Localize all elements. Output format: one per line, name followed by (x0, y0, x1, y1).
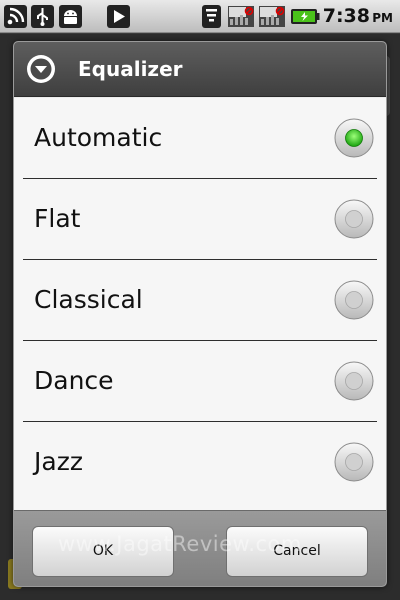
option-label: Automatic (34, 123, 163, 152)
option-classical[interactable]: Classical (14, 260, 386, 341)
signal-icon (4, 5, 27, 28)
equalizer-option-list: Automatic Flat Classical Dance Jazz (14, 98, 386, 510)
sim-card-2-icon (259, 6, 285, 27)
option-label: Classical (34, 285, 143, 314)
dropdown-circle-icon (27, 55, 55, 83)
option-jazz[interactable]: Jazz (14, 422, 386, 503)
ok-button[interactable]: OK (32, 526, 174, 577)
option-label: Dance (34, 366, 114, 395)
usb-icon (31, 5, 54, 28)
dialog-title: Equalizer (78, 57, 183, 81)
option-automatic[interactable]: Automatic (14, 98, 386, 179)
radio-unselected-icon[interactable] (334, 361, 374, 401)
equalizer-dialog: Equalizer Automatic Flat Classical Dance… (13, 41, 387, 587)
clock-time: 7:38 (322, 5, 370, 27)
cancel-button[interactable]: Cancel (226, 526, 368, 577)
radio-unselected-icon[interactable] (334, 442, 374, 482)
option-flat[interactable]: Flat (14, 179, 386, 260)
sim-card-1-icon (228, 6, 254, 27)
radio-selected-icon[interactable] (334, 118, 374, 158)
clock-ampm: PM (372, 11, 393, 25)
option-label: Flat (34, 204, 81, 233)
wifi-icon (202, 5, 221, 28)
option-dance[interactable]: Dance (14, 341, 386, 422)
android-debug-icon (59, 5, 82, 28)
media-play-icon (107, 5, 130, 28)
radio-unselected-icon[interactable] (334, 199, 374, 239)
battery-charging-icon (291, 9, 320, 24)
radio-unselected-icon[interactable] (334, 280, 374, 320)
dialog-button-bar: OK Cancel (14, 510, 386, 586)
option-label: Jazz (34, 447, 83, 476)
status-bar: 7:38 PM (0, 0, 400, 33)
dialog-header: Equalizer (14, 42, 386, 97)
